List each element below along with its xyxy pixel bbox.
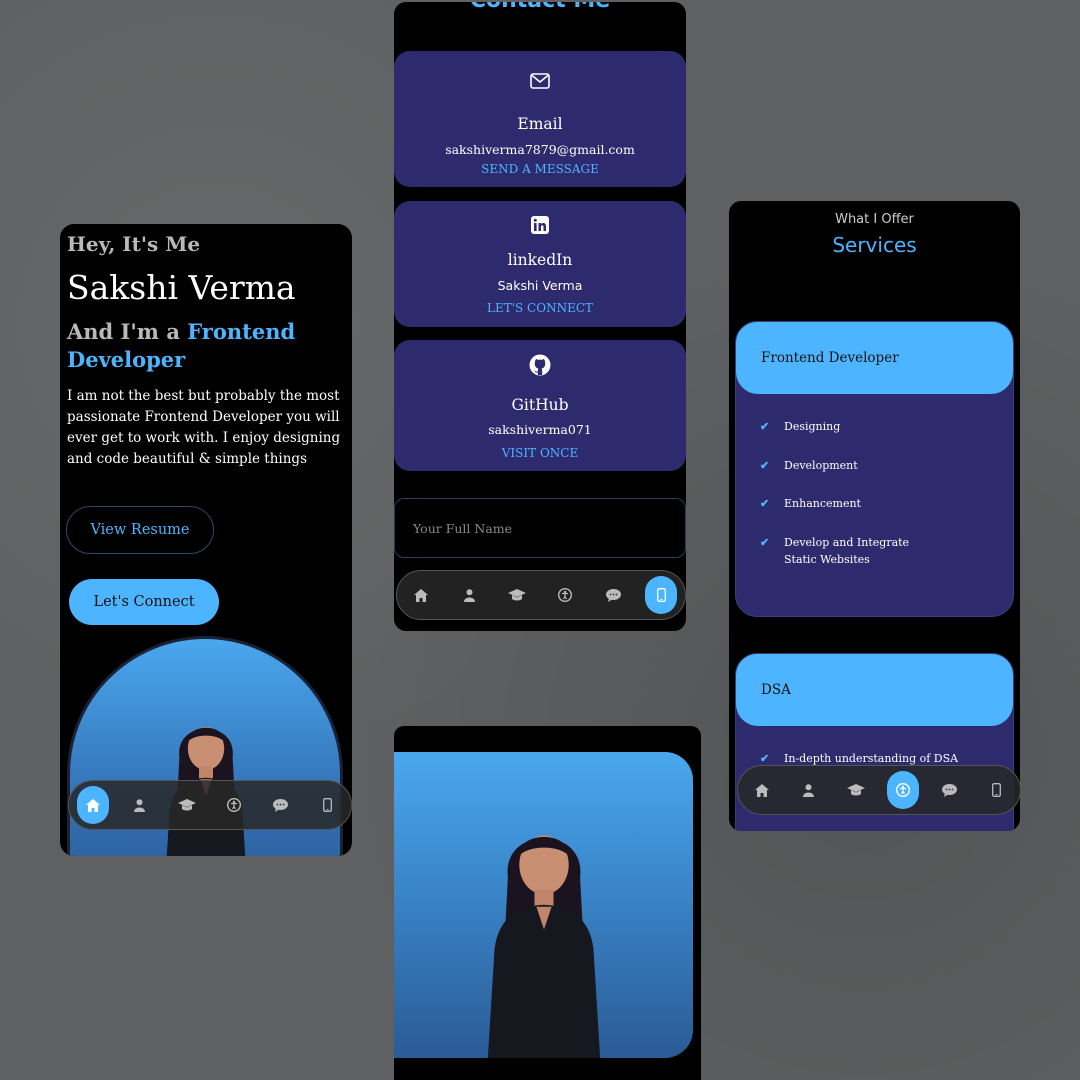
list-item: ✔ Develop and Integrate Static Websites (760, 536, 910, 566)
graduation-cap-icon[interactable] (171, 787, 203, 823)
user-icon[interactable] (453, 577, 485, 613)
hero-role: And I'm a Frontend Developer (67, 318, 337, 374)
email-title: Email (517, 115, 563, 133)
chat-icon[interactable] (597, 577, 629, 613)
send-message-link[interactable]: SEND A MESSAGE (394, 162, 686, 176)
check-icon: ✔ (760, 497, 770, 510)
full-name-input[interactable] (395, 499, 685, 557)
service-card-frontend: Frontend Developer ✔ Designing ✔ Developme… (735, 321, 1014, 617)
bottom-nav (68, 780, 352, 830)
github-value: sakshiverma071 (488, 422, 592, 437)
full-name-field[interactable] (394, 498, 686, 558)
list-item: ✔ Development (760, 459, 858, 472)
services-subtitle: What I Offer (835, 212, 914, 227)
view-resume-button[interactable]: View Resume (66, 506, 214, 554)
mobile-icon[interactable] (312, 787, 344, 823)
list-item: ✔ Designing (760, 420, 841, 433)
hero-description: I am not the best but probably the most … (67, 388, 341, 467)
mobile-icon[interactable] (981, 772, 1013, 808)
home-icon[interactable] (405, 577, 437, 613)
bottom-nav (396, 570, 686, 620)
github-card: GitHub sakshiverma071 VISIT ONCE (394, 340, 686, 471)
linkedin-icon (394, 216, 686, 234)
accessibility-icon[interactable] (886, 771, 919, 809)
portrait-image (136, 691, 276, 856)
accessibility-icon[interactable] (218, 787, 250, 823)
bottom-nav (737, 765, 1020, 815)
list-item: ✔ Enhancement (760, 497, 861, 510)
check-icon: ✔ (760, 459, 770, 472)
check-icon: ✔ (760, 420, 770, 433)
contact-title: Contact Me (394, 2, 686, 13)
email-card: Email sakshiverma7879@gmail.com SEND A M… (394, 51, 686, 187)
envelope-icon (394, 73, 686, 89)
services-title: Services (832, 233, 917, 257)
home-icon[interactable] (76, 786, 109, 824)
service-title: Frontend Developer (736, 322, 1013, 394)
photo-phone (394, 726, 701, 1080)
visit-once-link[interactable]: VISIT ONCE (394, 446, 686, 460)
user-icon[interactable] (793, 772, 825, 808)
lets-connect-link[interactable]: LET'S CONNECT (394, 301, 686, 315)
greeting: Hey, It's Me (67, 232, 201, 256)
linkedin-title: linkedIn (507, 251, 573, 269)
check-icon: ✔ (760, 536, 770, 549)
linkedin-card: linkedIn Sakshi Verma LET'S CONNECT (394, 201, 686, 327)
services-phone: What I Offer Services Frontend Developer… (729, 201, 1020, 831)
service-title: DSA (736, 654, 1013, 726)
portrait-image (449, 787, 639, 1058)
accessibility-icon[interactable] (549, 577, 581, 613)
email-value: sakshiverma7879@gmail.com (445, 142, 635, 157)
graduation-cap-icon[interactable] (840, 772, 872, 808)
github-title: GitHub (511, 396, 569, 414)
chat-icon[interactable] (265, 787, 297, 823)
hero-name: Sakshi Verma (67, 268, 296, 307)
chat-icon[interactable] (934, 772, 966, 808)
linkedin-value: Sakshi Verma (497, 278, 583, 293)
lets-connect-button[interactable]: Let's Connect (69, 579, 219, 625)
about-photo (394, 752, 693, 1058)
contact-phone: Contact Me Email sakshiverma7879@gmail.c… (394, 2, 686, 631)
mobile-icon[interactable] (645, 576, 677, 614)
github-icon (394, 354, 686, 376)
graduation-cap-icon[interactable] (501, 577, 533, 613)
home-icon[interactable] (746, 772, 778, 808)
hero-phone: Hey, It's Me Sakshi Verma And I'm a Fron… (60, 224, 352, 856)
role-prefix: And I'm a (67, 319, 188, 344)
user-icon[interactable] (124, 787, 156, 823)
